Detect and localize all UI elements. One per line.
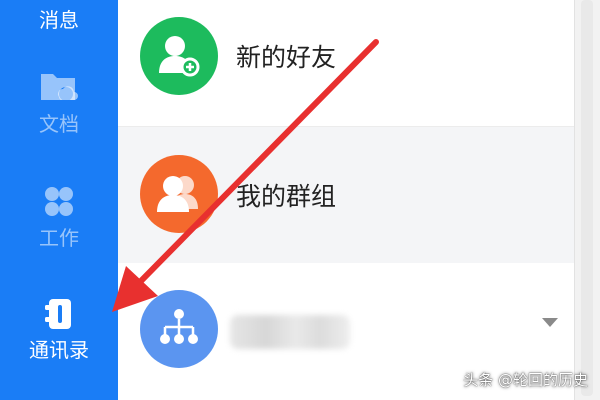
nav-item-messages[interactable]: 消息 [0, 8, 118, 32]
nav-item-contacts[interactable]: 通讯录 [0, 296, 118, 362]
nav-item-contacts-label: 通讯录 [29, 338, 89, 362]
nav-item-work-label: 工作 [39, 226, 79, 250]
scrollbar[interactable] [574, 0, 600, 400]
chevron-down-icon[interactable] [542, 318, 558, 327]
blurred-organization-name [230, 315, 350, 349]
folder-cloud-icon [41, 74, 78, 101]
avatar [140, 155, 218, 233]
list-item-new-friends[interactable]: 新的好友 [118, 0, 574, 126]
apps-grid-icon [45, 187, 73, 216]
avatar [140, 17, 218, 95]
watermark: 头条 @轮回的历史 [463, 371, 588, 389]
nav-item-work[interactable]: 工作 [0, 184, 118, 250]
left-navigation: 消息 文档 工作 通讯录 [0, 0, 118, 400]
nav-item-docs[interactable]: 文档 [0, 70, 118, 136]
org-chart-icon [160, 309, 198, 344]
avatar [140, 290, 218, 368]
list-item-label: 新的好友 [236, 43, 337, 72]
address-book-icon [45, 299, 71, 329]
list-item-my-groups[interactable]: 我的群组 [118, 126, 574, 264]
nav-item-messages-label: 消息 [39, 8, 79, 32]
group-icon [157, 176, 198, 212]
list-item-label: 我的群组 [236, 182, 337, 211]
add-friend-icon [159, 36, 200, 77]
scrollbar-thumb[interactable] [581, 0, 593, 396]
app-window: 消息 文档 工作 通讯录 新的好友 我的群组 头条 @轮回的历史 [0, 0, 600, 400]
contacts-list: 新的好友 我的群组 [118, 0, 574, 400]
nav-item-docs-label: 文档 [39, 112, 79, 136]
